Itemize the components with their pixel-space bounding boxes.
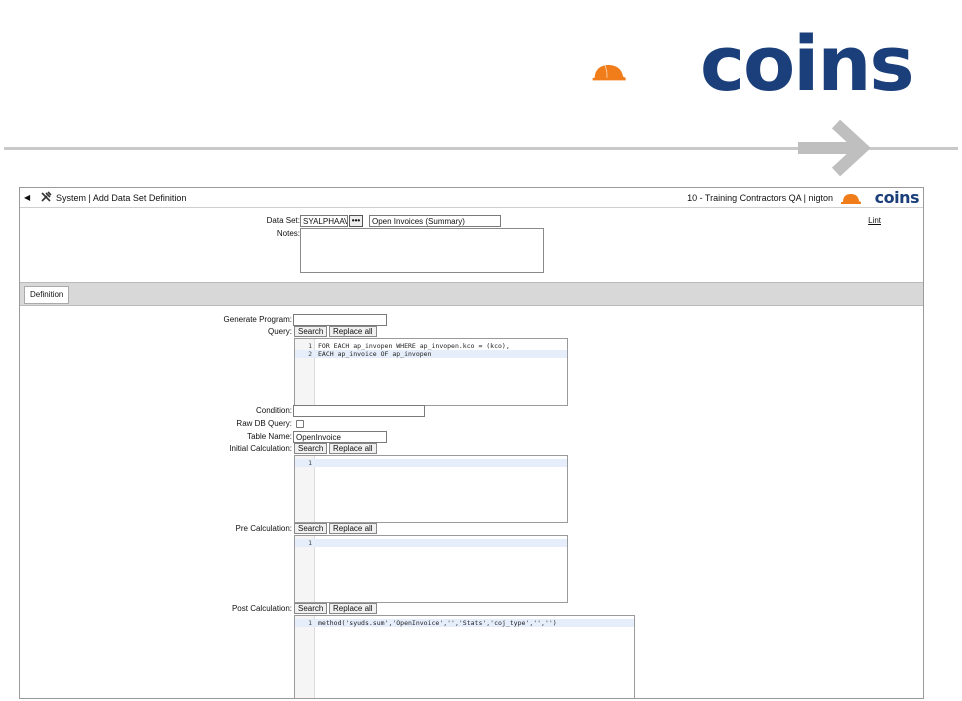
query-replace-all-button[interactable]: Replace all [329,326,377,337]
back-arrow-icon[interactable]: ◀ [24,193,30,202]
data-set-name-input[interactable]: Open Invoices (Summary) [369,215,501,227]
raw-db-query-checkbox[interactable] [296,420,304,428]
initial-calculation-editor[interactable]: 1 [294,455,568,523]
line-gutter [295,616,315,698]
notes-label: Notes: [276,229,300,238]
post-calculation-label: Post Calculation: [231,604,292,613]
query-search-button[interactable]: Search [294,326,328,337]
initial-calculation-label: Initial Calculation: [229,444,292,453]
raw-db-query-label: Raw DB Query: [236,419,292,428]
tab-definition[interactable]: Definition [24,286,70,304]
post-search-button[interactable]: Search [294,603,328,614]
hard-hat-small-icon [841,194,861,204]
query-editor[interactable]: 1 FOR EACH ap_invopen WHERE ap_invopen.kc… [294,338,568,406]
code-line: 1 [295,539,567,547]
app-window: ◀ System | Add Data Set Definition 10 - … [19,187,924,699]
code-line: 1 FOR EACH ap_invopen WHERE ap_invopen.kc… [308,342,510,350]
dataset-header: Data Set: SYALPHAAVI ••• Open Invoices (… [20,208,923,282]
tab-strip: Definition [20,282,923,306]
condition-input[interactable] [293,405,425,417]
initial-replace-all-button[interactable]: Replace all [329,443,377,454]
small-brand-wordmark: coins [874,188,920,207]
pre-replace-all-button[interactable]: Replace all [329,523,377,534]
hard-hat-logo-icon [592,64,626,81]
initial-search-button[interactable]: Search [294,443,328,454]
code-line: 1 method('syuds.sum','OpenInvoice','','St… [295,619,634,627]
data-set-code-input[interactable]: SYALPHAAVI [300,215,348,227]
arrow-right-icon [798,119,871,177]
post-calculation-editor[interactable]: 1 method('syuds.sum','OpenInvoice','','St… [294,615,635,698]
tools-icon [41,191,52,202]
code-line: 2 EACH ap_invoice OF ap_invopen [295,350,567,358]
table-name-input[interactable]: OpenInvoice [293,431,387,443]
table-name-label: Table Name: [247,432,292,441]
pre-search-button[interactable]: Search [294,523,328,534]
query-label: Query: [267,327,292,336]
generate-program-label: Generate Program: [223,315,292,324]
lint-link[interactable]: Lint [868,216,881,225]
code-line: 1 [295,459,567,467]
company-user-context: 10 - Training Contractors QA | nigton [687,193,833,203]
title-bar: ◀ System | Add Data Set Definition 10 - … [20,188,923,208]
notes-textarea[interactable] [300,228,544,273]
pre-calculation-editor[interactable]: 1 [294,535,568,603]
lookup-button[interactable]: ••• [349,215,363,227]
generate-program-input[interactable] [293,314,387,326]
condition-label: Condition: [255,406,292,415]
brand-wordmark: coins [700,19,915,108]
definition-panel: Generate Program: Query: Search Replace … [20,306,923,698]
breadcrumb: System | Add Data Set Definition [56,193,187,203]
data-set-label: Data Set: [266,216,300,225]
pre-calculation-label: Pre Calculation: [235,524,292,533]
post-replace-all-button[interactable]: Replace all [329,603,377,614]
